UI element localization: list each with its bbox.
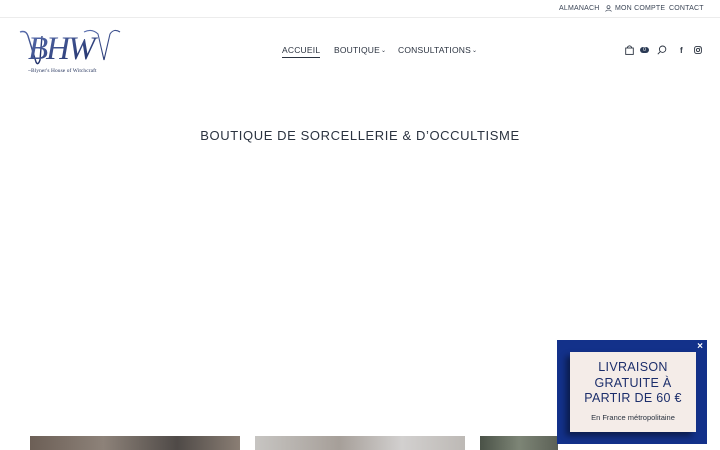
popup-title: LIVRAISON GRATUITE À PARTIR DE 60 €: [570, 360, 696, 407]
svg-text:BHW: BHW: [28, 31, 98, 67]
category-card-image[interactable]: [30, 436, 240, 450]
instagram-button[interactable]: [694, 46, 702, 54]
nav-item-consultations[interactable]: CONSULTATIONS⌄: [398, 45, 477, 55]
cart-button[interactable]: [625, 45, 634, 55]
my-account-label: MON COMPTE: [615, 5, 666, 12]
top-utility-bar: ALMANACH MON COMPTE CONTACT: [0, 0, 720, 18]
nav-item-accueil[interactable]: ACCUEIL: [282, 45, 321, 58]
chevron-down-icon: ⌄: [381, 48, 387, 54]
facebook-icon[interactable]: f: [680, 46, 683, 55]
popup-card: LIVRAISON GRATUITE À PARTIR DE 60 € En F…: [570, 352, 696, 432]
search-button[interactable]: [657, 45, 667, 55]
nav-item-accueil-label: ACCUEIL: [282, 45, 321, 55]
close-icon[interactable]: ×: [694, 341, 706, 353]
popup-title-line: GRATUITE À: [594, 375, 672, 390]
active-nav-underline: [282, 57, 321, 58]
contact-link[interactable]: CONTACT: [669, 5, 704, 12]
site-logo[interactable]: BHW ~Blyner's House of Witchcraft: [18, 26, 128, 76]
almanach-link[interactable]: ALMANACH: [559, 5, 600, 12]
bhw-monogram-icon: BHW: [19, 29, 121, 67]
instagram-icon: [694, 46, 702, 54]
cart-count-badge: 0: [640, 47, 649, 53]
shopping-bag-icon: [625, 45, 634, 55]
category-card-image[interactable]: [255, 436, 465, 450]
popup-title-line: PARTIR DE 60 €: [584, 391, 682, 405]
popup-title-line: LIVRAISON: [598, 360, 668, 374]
chevron-down-icon: ⌄: [471, 48, 478, 54]
logo-tagline: ~Blyner's House of Witchcraft: [28, 68, 97, 74]
popup-subtitle: En France métropolitaine: [591, 413, 675, 422]
page-title: BOUTIQUE DE SORCELLERIE & D’OCCULTISME: [200, 128, 520, 143]
nav-item-boutique-label: BOUTIQUE: [334, 45, 380, 55]
user-icon: [605, 5, 612, 12]
free-shipping-popup: LIVRAISON GRATUITE À PARTIR DE 60 € En F…: [557, 340, 707, 444]
search-icon: [657, 45, 667, 55]
nav-item-boutique[interactable]: BOUTIQUE⌄: [334, 45, 386, 55]
category-card-image[interactable]: [480, 436, 558, 450]
nav-item-consultations-label: CONSULTATIONS: [398, 45, 471, 55]
my-account-link[interactable]: MON COMPTE: [605, 5, 665, 12]
